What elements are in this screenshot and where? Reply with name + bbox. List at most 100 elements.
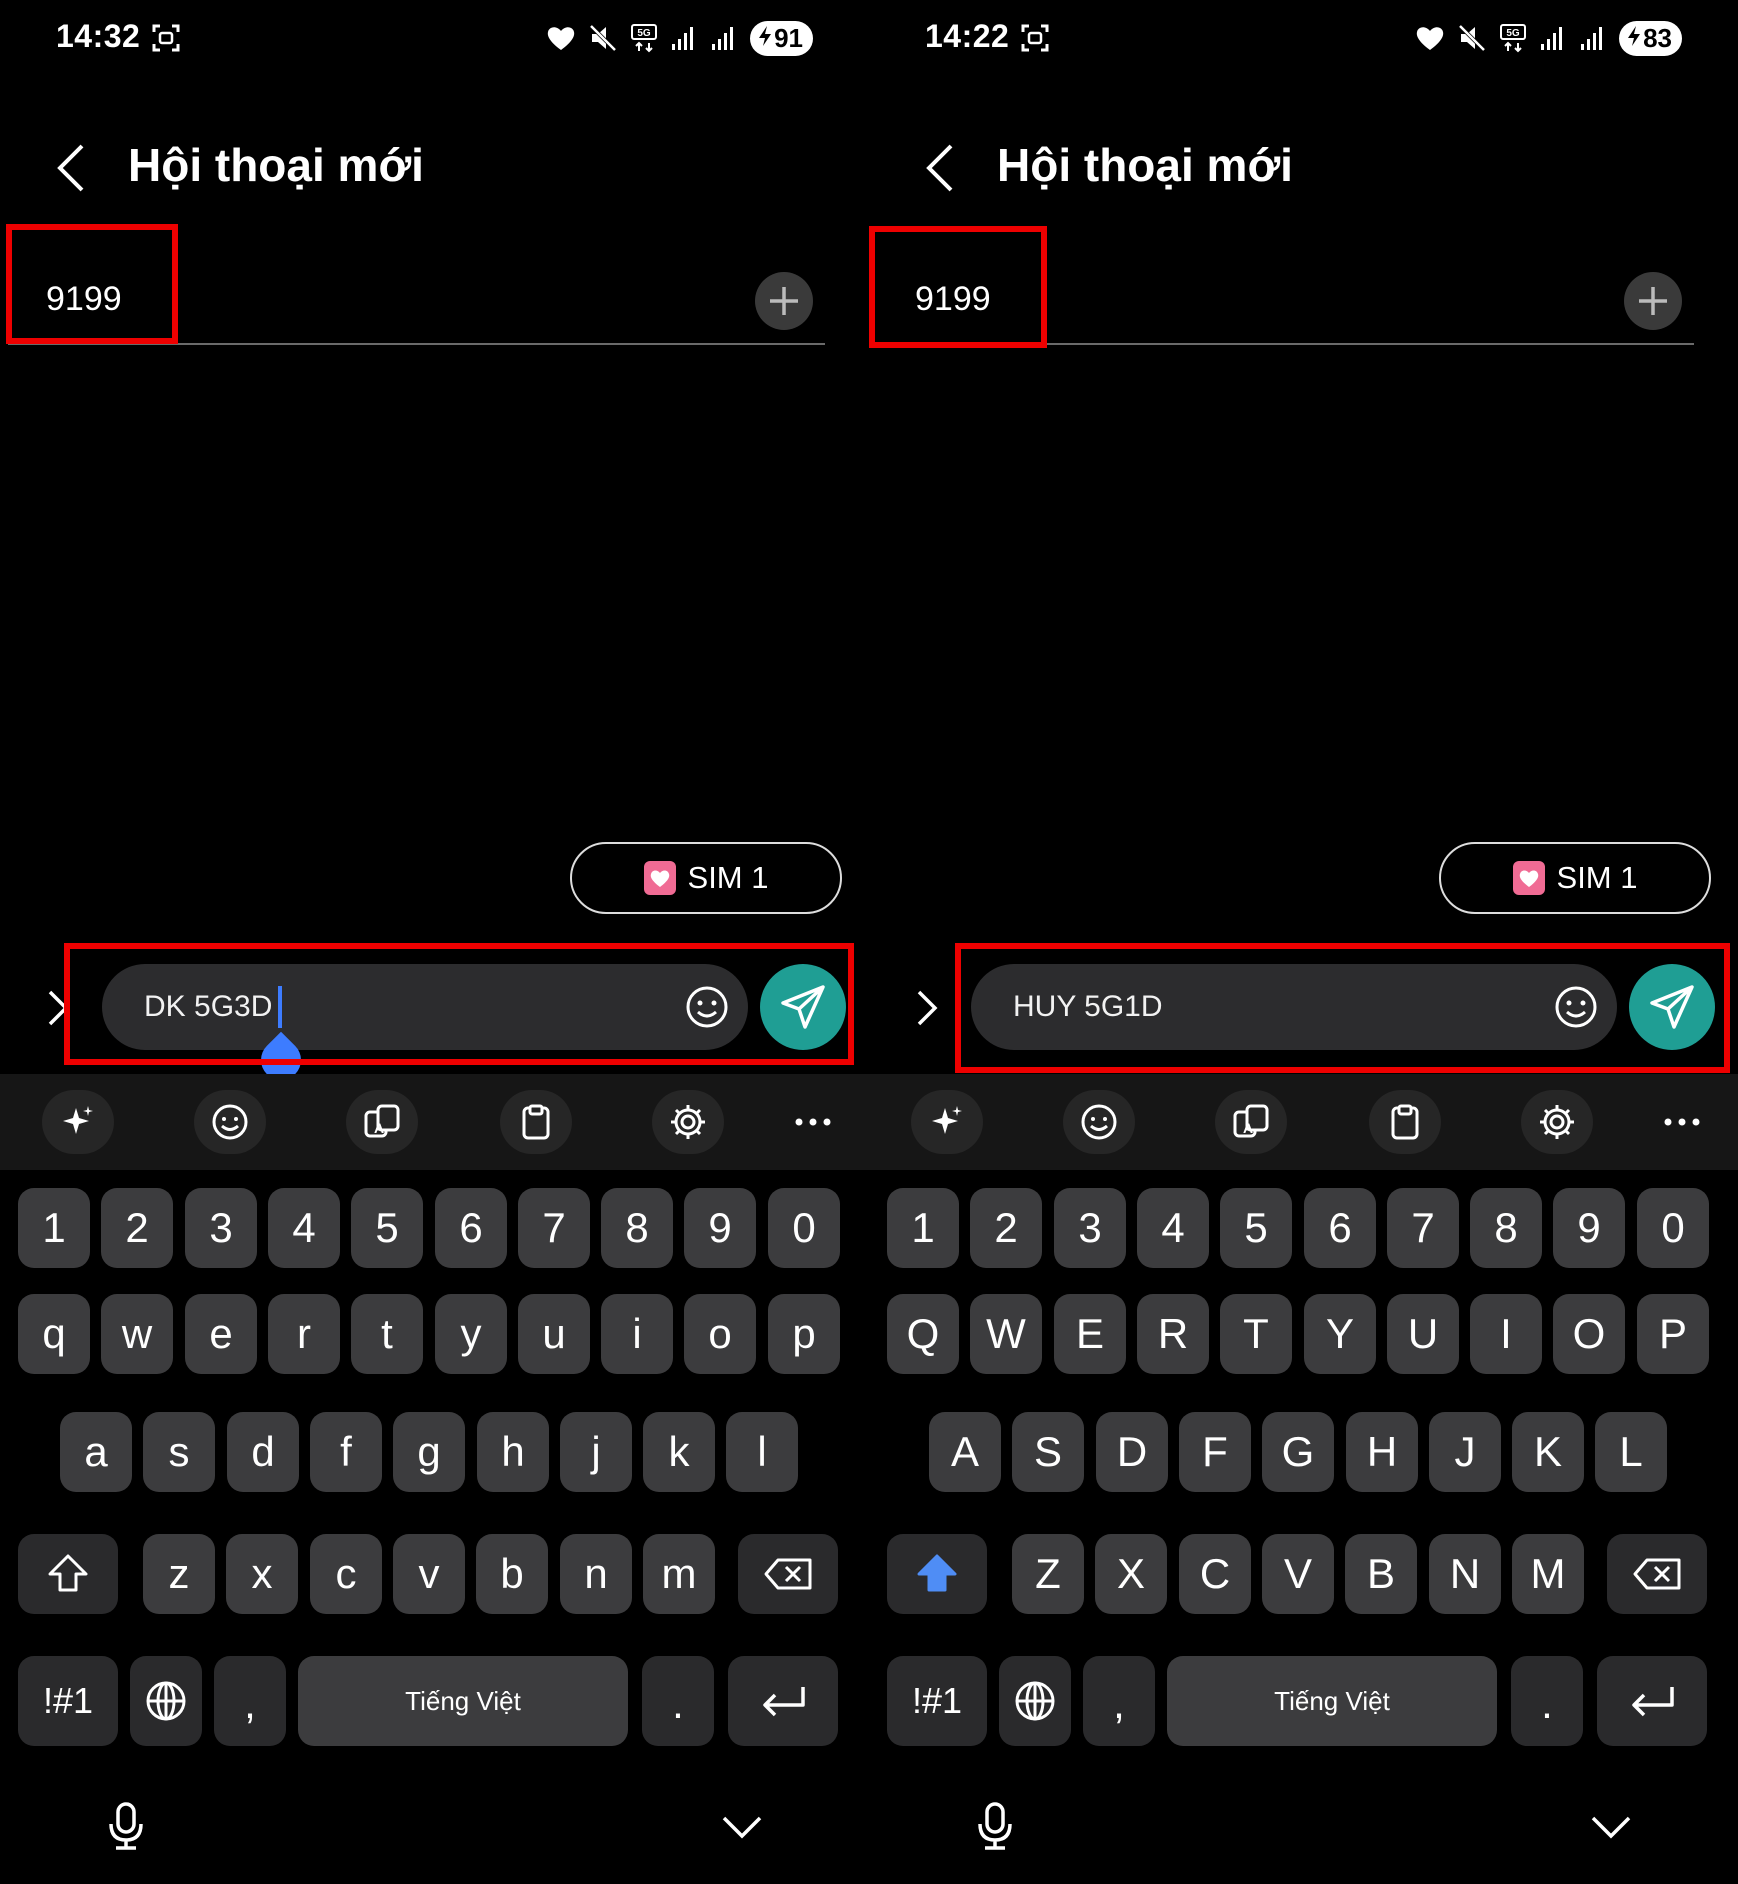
key-j[interactable]: J xyxy=(1429,1412,1501,1492)
key-i[interactable]: I xyxy=(1470,1294,1542,1374)
expand-button[interactable] xyxy=(42,988,72,1028)
key-4[interactable]: 4 xyxy=(268,1188,340,1268)
toolbar-sparkle-button[interactable] xyxy=(42,1090,114,1154)
enter-key[interactable] xyxy=(1597,1656,1707,1746)
key-s[interactable]: S xyxy=(1012,1412,1084,1492)
key-8[interactable]: 8 xyxy=(1470,1188,1542,1268)
key-y[interactable]: y xyxy=(435,1294,507,1374)
hide-keyboard-button[interactable] xyxy=(720,1814,764,1847)
toolbar-settings-button[interactable] xyxy=(1521,1090,1593,1154)
enter-key[interactable] xyxy=(728,1656,838,1746)
key-p[interactable]: p xyxy=(768,1294,840,1374)
key-2[interactable]: 2 xyxy=(101,1188,173,1268)
key-5[interactable]: 5 xyxy=(351,1188,423,1268)
toolbar-sparkle-button[interactable] xyxy=(911,1090,983,1154)
hide-keyboard-button[interactable] xyxy=(1589,1814,1633,1847)
back-button[interactable] xyxy=(921,142,961,194)
key-t[interactable]: t xyxy=(351,1294,423,1374)
key-b[interactable]: b xyxy=(476,1534,548,1614)
key-8[interactable]: 8 xyxy=(601,1188,673,1268)
key-z[interactable]: Z xyxy=(1012,1534,1084,1614)
key-k[interactable]: K xyxy=(1512,1412,1584,1492)
key-n[interactable]: N xyxy=(1429,1534,1501,1614)
shift-key[interactable] xyxy=(887,1534,987,1614)
key-t[interactable]: T xyxy=(1220,1294,1292,1374)
comma-key[interactable]: , xyxy=(214,1656,286,1746)
key-d[interactable]: d xyxy=(227,1412,299,1492)
message-input[interactable]: DK 5G3D xyxy=(102,964,748,1050)
key-h[interactable]: H xyxy=(1346,1412,1418,1492)
toolbar-more-button[interactable] xyxy=(783,1092,843,1152)
language-key[interactable] xyxy=(999,1656,1071,1746)
message-input[interactable]: HUY 5G1D xyxy=(971,964,1617,1050)
toolbar-clipboard-button[interactable] xyxy=(1369,1090,1441,1154)
key-c[interactable]: c xyxy=(310,1534,382,1614)
key-p[interactable]: P xyxy=(1637,1294,1709,1374)
key-r[interactable]: r xyxy=(268,1294,340,1374)
voice-input-button[interactable] xyxy=(106,1802,146,1855)
key-5[interactable]: 5 xyxy=(1220,1188,1292,1268)
key-1[interactable]: 1 xyxy=(18,1188,90,1268)
toolbar-settings-button[interactable] xyxy=(652,1090,724,1154)
key-b[interactable]: B xyxy=(1345,1534,1417,1614)
key-w[interactable]: w xyxy=(101,1294,173,1374)
key-9[interactable]: 9 xyxy=(684,1188,756,1268)
key-1[interactable]: 1 xyxy=(887,1188,959,1268)
key-u[interactable]: u xyxy=(518,1294,590,1374)
key-s[interactable]: s xyxy=(143,1412,215,1492)
period-key[interactable]: . xyxy=(1511,1656,1583,1746)
key-y[interactable]: Y xyxy=(1304,1294,1376,1374)
key-o[interactable]: O xyxy=(1553,1294,1625,1374)
key-9[interactable]: 9 xyxy=(1553,1188,1625,1268)
send-button[interactable] xyxy=(1629,964,1715,1050)
key-v[interactable]: v xyxy=(393,1534,465,1614)
symbols-key[interactable]: !#1 xyxy=(18,1656,118,1746)
key-3[interactable]: 3 xyxy=(185,1188,257,1268)
toolbar-translate-button[interactable]: A xyxy=(1215,1090,1287,1154)
toolbar-emoji-button[interactable] xyxy=(1063,1090,1135,1154)
key-0[interactable]: 0 xyxy=(1637,1188,1709,1268)
key-g[interactable]: G xyxy=(1262,1412,1334,1492)
key-h[interactable]: h xyxy=(477,1412,549,1492)
toolbar-emoji-button[interactable] xyxy=(194,1090,266,1154)
key-x[interactable]: X xyxy=(1095,1534,1167,1614)
key-o[interactable]: o xyxy=(684,1294,756,1374)
backspace-key[interactable] xyxy=(1607,1534,1707,1614)
key-2[interactable]: 2 xyxy=(970,1188,1042,1268)
key-3[interactable]: 3 xyxy=(1054,1188,1126,1268)
key-7[interactable]: 7 xyxy=(1387,1188,1459,1268)
key-r[interactable]: R xyxy=(1137,1294,1209,1374)
send-button[interactable] xyxy=(760,964,846,1050)
key-4[interactable]: 4 xyxy=(1137,1188,1209,1268)
emoji-button[interactable] xyxy=(1553,984,1599,1030)
add-recipient-button[interactable] xyxy=(755,272,813,330)
comma-key[interactable]: , xyxy=(1083,1656,1155,1746)
key-a[interactable]: a xyxy=(60,1412,132,1492)
key-6[interactable]: 6 xyxy=(435,1188,507,1268)
key-q[interactable]: Q xyxy=(887,1294,959,1374)
key-w[interactable]: W xyxy=(970,1294,1042,1374)
backspace-key[interactable] xyxy=(738,1534,838,1614)
back-button[interactable] xyxy=(52,142,92,194)
key-q[interactable]: q xyxy=(18,1294,90,1374)
recipient-input[interactable]: 9199 xyxy=(915,280,991,319)
symbols-key[interactable]: !#1 xyxy=(887,1656,987,1746)
key-f[interactable]: f xyxy=(310,1412,382,1492)
sim-selector[interactable]: SIM 1 xyxy=(570,842,842,914)
key-z[interactable]: z xyxy=(143,1534,215,1614)
key-6[interactable]: 6 xyxy=(1304,1188,1376,1268)
toolbar-more-button[interactable] xyxy=(1652,1092,1712,1152)
period-key[interactable]: . xyxy=(642,1656,714,1746)
space-key[interactable]: Tiếng Việt xyxy=(1167,1656,1497,1746)
key-v[interactable]: V xyxy=(1262,1534,1334,1614)
key-i[interactable]: i xyxy=(601,1294,673,1374)
language-key[interactable] xyxy=(130,1656,202,1746)
key-n[interactable]: n xyxy=(560,1534,632,1614)
key-u[interactable]: U xyxy=(1387,1294,1459,1374)
space-key[interactable]: Tiếng Việt xyxy=(298,1656,628,1746)
emoji-button[interactable] xyxy=(684,984,730,1030)
key-a[interactable]: A xyxy=(929,1412,1001,1492)
key-l[interactable]: l xyxy=(726,1412,798,1492)
key-0[interactable]: 0 xyxy=(768,1188,840,1268)
key-m[interactable]: M xyxy=(1512,1534,1584,1614)
